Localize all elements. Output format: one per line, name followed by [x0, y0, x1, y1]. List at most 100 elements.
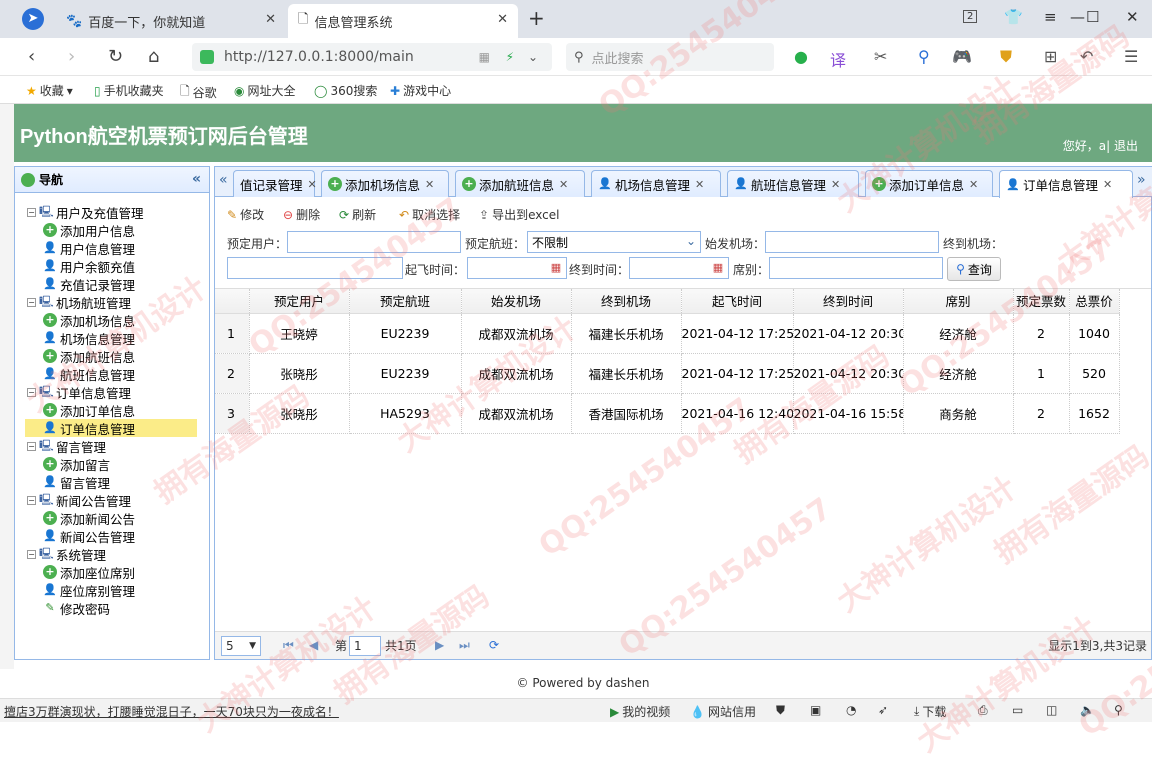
- column-header[interactable]: 预定用户: [249, 289, 350, 314]
- column-header[interactable]: 预定票数: [1013, 289, 1070, 314]
- from-airport-input[interactable]: [765, 231, 939, 253]
- refresh-button[interactable]: ⟳ 刷新: [339, 206, 376, 223]
- last-page-icon[interactable]: ⏭: [459, 638, 470, 653]
- content-tab[interactable]: + 添加订单信息 ✕: [865, 170, 993, 197]
- back-icon[interactable]: ‹: [28, 46, 35, 67]
- sound-icon[interactable]: ◫: [1046, 703, 1057, 717]
- content-tab[interactable]: 👤 机场信息管理 ✕: [591, 170, 721, 197]
- sidebar-item[interactable]: 👤 航班信息管理: [43, 365, 135, 383]
- sidebar-item[interactable]: + 添加用户信息: [43, 221, 135, 239]
- tree-group[interactable]: − 🖳 用户及充值管理: [27, 203, 144, 221]
- chevron-down-icon[interactable]: ⌄: [528, 50, 538, 64]
- minimize-icon[interactable]: —: [1070, 8, 1085, 26]
- qr-icon[interactable]: ▦: [479, 50, 490, 64]
- content-tab[interactable]: 👤 航班信息管理 ✕: [727, 170, 859, 197]
- content-tab[interactable]: 👤 订单信息管理 ✕: [999, 170, 1133, 198]
- content-tab[interactable]: + 添加航班信息 ✕: [455, 170, 585, 197]
- close-icon[interactable]: ✕: [425, 178, 434, 191]
- browser-tab-baidu[interactable]: 🐾 百度一下，你就知道 ✕: [56, 4, 286, 38]
- column-header[interactable]: 起飞时间: [681, 289, 794, 314]
- sidebar-item[interactable]: 👤 留言管理: [43, 473, 110, 491]
- edit-button[interactable]: ✎ 修改: [227, 206, 264, 223]
- table-row[interactable]: 1 王晓婷 EU2239 成都双流机场 福建长乐机场 2021-04-12 17:25 20…: [215, 313, 1120, 354]
- news-ticker[interactable]: 擅店3万群演现状，打腰睡觉混日子，一天70块只为一夜成名！: [4, 703, 339, 720]
- shield-status-icon[interactable]: ⛊: [776, 703, 785, 718]
- content-tab[interactable]: 值记录管理 ✕: [233, 170, 317, 197]
- column-header[interactable]: 始发机场: [461, 289, 572, 314]
- new-tab-button[interactable]: +: [528, 6, 545, 30]
- tree-group[interactable]: − 🖳 机场航班管理: [27, 293, 131, 311]
- collapse-toggle-icon[interactable]: −: [27, 297, 36, 307]
- address-bar[interactable]: http://127.0.0.1:8000/main ▦ ⚡ ⌄: [192, 43, 552, 71]
- forward-icon[interactable]: ›: [68, 46, 75, 67]
- sidebar-item[interactable]: 👤 充值记录管理: [43, 275, 135, 293]
- column-header[interactable]: 总票价: [1069, 289, 1120, 314]
- rocket-icon[interactable]: ➶: [878, 703, 888, 717]
- user-input[interactable]: [287, 231, 461, 253]
- scissors-icon[interactable]: ✂: [874, 47, 887, 66]
- close-icon[interactable]: ✕: [497, 12, 508, 27]
- shirt-icon[interactable]: 👕: [1004, 8, 1023, 26]
- sidebar-item[interactable]: + 添加航班信息: [43, 347, 135, 365]
- close-icon[interactable]: ✕: [308, 178, 317, 191]
- screen-icon[interactable]: ▭: [1012, 703, 1023, 717]
- seat-input[interactable]: [769, 257, 943, 279]
- sidebar-item[interactable]: + 添加订单信息: [43, 401, 135, 419]
- my-video-button[interactable]: ▶ 我的视频: [610, 703, 670, 720]
- bookmark-google[interactable]: 🗋 谷歌: [180, 82, 217, 103]
- close-icon[interactable]: ✕: [695, 178, 704, 191]
- search-box[interactable]: ⚲ 点此搜索: [566, 43, 774, 71]
- close-icon[interactable]: ✕: [831, 178, 840, 191]
- collapse-toggle-icon[interactable]: −: [27, 549, 36, 559]
- page-size-select[interactable]: 5 ▼: [221, 636, 261, 656]
- calendar-icon[interactable]: ▦: [711, 261, 725, 275]
- table-row[interactable]: 3 张晓彤 HA5293 成都双流机场 香港国际机场 2021-04-16 12:40 20…: [215, 393, 1120, 434]
- window-close-icon[interactable]: ✕: [1126, 8, 1139, 26]
- flight-select[interactable]: 不限制 ⌄: [527, 231, 701, 253]
- tab-count-badge[interactable]: 2: [963, 10, 978, 23]
- sidebar-item[interactable]: 👤 新闻公告管理: [43, 527, 135, 545]
- volume-icon[interactable]: 🔈: [1080, 703, 1095, 717]
- sidebar-item[interactable]: + 添加留言: [43, 455, 110, 473]
- close-icon[interactable]: ✕: [969, 178, 978, 191]
- menu-lines-icon[interactable]: ≡: [1044, 8, 1057, 26]
- browser-logo-icon[interactable]: ➤: [22, 8, 44, 30]
- arrive-time-input[interactable]: ▦: [629, 257, 729, 279]
- gamepad-icon[interactable]: 🎮: [952, 47, 972, 66]
- tabs-scroll-right-icon[interactable]: »: [1137, 172, 1146, 188]
- calendar-icon[interactable]: ▦: [549, 261, 563, 275]
- undo-icon[interactable]: ↶: [1080, 47, 1093, 66]
- delete-button[interactable]: ⊖ 删除: [283, 206, 320, 223]
- home-icon[interactable]: ⌂: [148, 46, 159, 67]
- grid-icon[interactable]: ⊞: [1044, 47, 1057, 66]
- close-icon[interactable]: ✕: [1103, 178, 1112, 191]
- bookmark-favorites[interactable]: ★ 收藏 ▾: [26, 82, 73, 99]
- maximize-icon[interactable]: ☐: [1086, 8, 1099, 26]
- tree-group[interactable]: − 🖳 新闻公告管理: [27, 491, 131, 509]
- tree-group[interactable]: − 🖳 留言管理: [27, 437, 106, 455]
- column-header[interactable]: 终到机场: [571, 289, 682, 314]
- close-icon[interactable]: ✕: [559, 178, 568, 191]
- collapse-toggle-icon[interactable]: −: [27, 495, 36, 505]
- printer-icon[interactable]: ⎙: [978, 703, 988, 718]
- site-credit-button[interactable]: 💧 网站信用: [690, 703, 756, 720]
- prev-page-icon[interactable]: ◀: [309, 638, 318, 652]
- close-icon[interactable]: ✕: [265, 12, 276, 27]
- column-header[interactable]: 预定航班: [349, 289, 462, 314]
- column-header[interactable]: 席别: [903, 289, 1014, 314]
- reload-icon[interactable]: ↻: [108, 46, 123, 67]
- sidebar-item[interactable]: 👤 用户信息管理: [43, 239, 135, 257]
- table-row[interactable]: 2 张晓彤 EU2239 成都双流机场 福建长乐机场 2021-04-12 17:25 20…: [215, 353, 1120, 394]
- translate-icon[interactable]: 译: [830, 47, 846, 71]
- bookmark-games[interactable]: ✚ 游戏中心: [390, 82, 451, 99]
- menu-icon[interactable]: ☰: [1124, 47, 1138, 66]
- to-airport-input[interactable]: [227, 257, 403, 279]
- collapse-toggle-icon[interactable]: −: [27, 441, 36, 451]
- sidebar-item[interactable]: 👤 座位席别管理: [43, 581, 135, 599]
- collapse-toggle-icon[interactable]: −: [27, 387, 36, 397]
- sidebar-item[interactable]: + 添加机场信息: [43, 311, 135, 329]
- sidebar-item[interactable]: + 添加新闻公告: [43, 509, 135, 527]
- first-page-icon[interactable]: ⏮: [283, 638, 294, 653]
- sidebar-item[interactable]: ✎ 修改密码: [43, 599, 110, 617]
- sidebar-item[interactable]: 👤 订单信息管理: [25, 419, 197, 437]
